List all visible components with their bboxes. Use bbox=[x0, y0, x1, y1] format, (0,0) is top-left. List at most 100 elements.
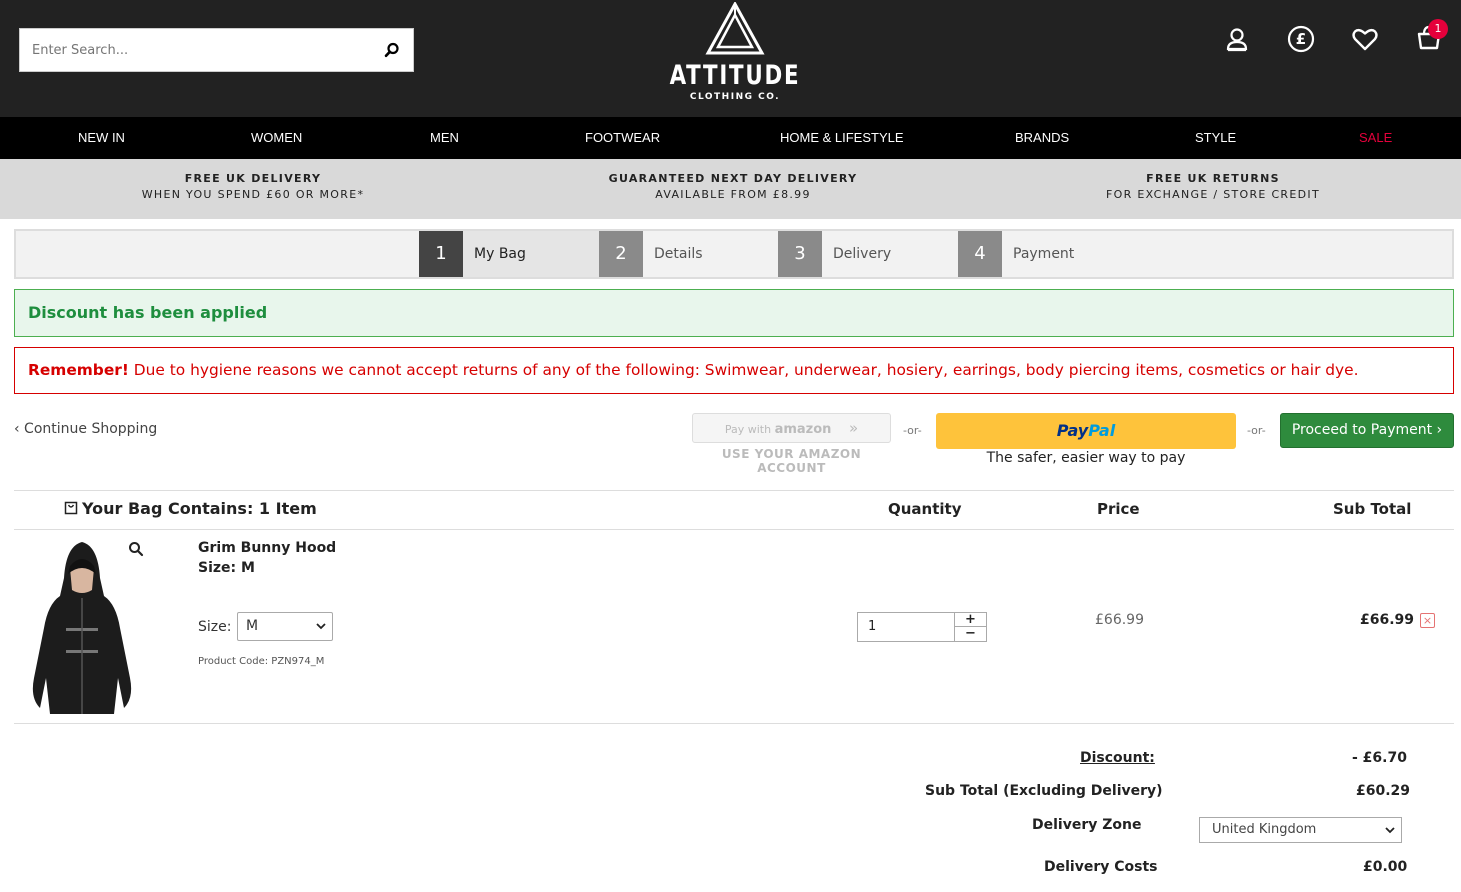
promo-subtitle: WHEN YOU SPEND £60 OR MORE* bbox=[141, 188, 365, 201]
paypal-subtitle: The safer, easier way to pay bbox=[986, 450, 1186, 466]
step-number: 4 bbox=[958, 231, 1002, 277]
nav-item-footwear[interactable]: FOOTWEAR bbox=[585, 117, 660, 159]
currency-icon[interactable]: £ bbox=[1285, 23, 1317, 55]
quantity-decrease-button[interactable]: − bbox=[955, 627, 986, 641]
amazon-brand: amazon bbox=[774, 422, 832, 437]
quantity-controls: + − bbox=[954, 613, 986, 641]
product-image[interactable] bbox=[26, 538, 138, 715]
amazon-pay-button[interactable]: Pay with amazon » bbox=[692, 413, 891, 443]
search-icon[interactable] bbox=[383, 41, 401, 59]
nav-item-style[interactable]: STYLE bbox=[1195, 117, 1236, 159]
col-subtotal: Sub Total bbox=[1333, 500, 1412, 518]
col-price: Price bbox=[1097, 500, 1140, 518]
heart-icon[interactable] bbox=[1349, 23, 1381, 55]
step-number: 3 bbox=[778, 231, 822, 277]
nav-item-brands[interactable]: BRANDS bbox=[1015, 117, 1069, 159]
returns-warning-text: Remember! Due to hygiene reasons we cann… bbox=[28, 348, 1359, 393]
remember-text: Due to hygiene reasons we cannot accept … bbox=[128, 361, 1359, 379]
step-label: Payment bbox=[1013, 246, 1075, 262]
logo-mark-icon bbox=[705, 2, 765, 55]
discount-message: Discount has been applied bbox=[28, 303, 268, 322]
product-size-summary: Size: M bbox=[198, 560, 255, 576]
delivery-zone-label: Delivery Zone bbox=[1032, 817, 1142, 833]
divider bbox=[14, 490, 1454, 491]
divider bbox=[14, 529, 1454, 530]
delivery-zone-value: United Kingdom bbox=[1212, 822, 1317, 837]
divider bbox=[14, 723, 1454, 724]
promo-title: GUARANTEED NEXT DAY DELIVERY bbox=[608, 172, 858, 185]
nav-item-sale[interactable]: SALE bbox=[1359, 117, 1392, 159]
chevrons-right-icon: » bbox=[848, 419, 859, 437]
step-number: 2 bbox=[599, 231, 643, 277]
account-icon[interactable] bbox=[1221, 24, 1253, 56]
subtotal-value: £60.29 bbox=[1356, 783, 1411, 799]
logo-subtitle: CLOTHING CO. bbox=[689, 92, 781, 102]
delivery-costs-value: £0.00 bbox=[1363, 859, 1408, 875]
paypal-button[interactable]: PayPal bbox=[936, 413, 1236, 449]
chevron-down-icon bbox=[316, 623, 326, 630]
col-quantity: Quantity bbox=[888, 500, 962, 518]
promo-free-delivery: FREE UK DELIVERY WHEN YOU SPEND £60 OR M… bbox=[93, 172, 413, 201]
or-separator: -or- bbox=[903, 424, 922, 437]
main-nav: NEW IN WOMEN MEN FOOTWEAR HOME & LIFESTY… bbox=[0, 117, 1461, 159]
nav-item-men[interactable]: MEN bbox=[430, 117, 459, 159]
promo-subtitle: FOR EXCHANGE / STORE CREDIT bbox=[1106, 188, 1320, 201]
promo-free-returns: FREE UK RETURNS FOR EXCHANGE / STORE CRE… bbox=[1053, 172, 1373, 201]
step-label: Delivery bbox=[833, 246, 892, 262]
amazon-pay-with: Pay with bbox=[724, 423, 772, 436]
discount-value: - £6.70 bbox=[1352, 750, 1407, 766]
quantity-increase-button[interactable]: + bbox=[955, 613, 986, 627]
checkout-steps: 1 My Bag 2 Details 3 Delivery 4 Payment bbox=[14, 229, 1454, 279]
discount-label: Discount: bbox=[1080, 750, 1155, 766]
promo-title: FREE UK DELIVERY bbox=[184, 172, 322, 185]
size-selected-value: M bbox=[246, 618, 259, 634]
quantity-stepper: 1 + − bbox=[857, 612, 987, 642]
step-label: Details bbox=[654, 246, 703, 262]
site-logo[interactable]: ATTITUDE CLOTHING CO. bbox=[660, 2, 810, 112]
proceed-to-payment-button[interactable]: Proceed to Payment › bbox=[1280, 413, 1454, 448]
product-code: Product Code: PZN974_M bbox=[198, 656, 325, 667]
paypal-pay: Pay bbox=[1056, 421, 1089, 440]
step-payment[interactable]: 4 Payment bbox=[958, 231, 1138, 277]
logo-name: ATTITUDE bbox=[669, 60, 801, 91]
zoom-icon[interactable] bbox=[128, 541, 144, 557]
paypal-pal: Pal bbox=[1088, 421, 1116, 440]
chevron-down-icon bbox=[1385, 827, 1395, 834]
bag-title-text: Your Bag Contains: 1 Item bbox=[82, 499, 317, 518]
step-delivery[interactable]: 3 Delivery bbox=[778, 231, 958, 277]
step-label: My Bag bbox=[474, 246, 526, 262]
size-label: Size: bbox=[198, 619, 232, 635]
search-input[interactable] bbox=[20, 29, 370, 71]
remember-label: Remember! bbox=[28, 361, 129, 379]
subtotal-label: Sub Total (Excluding Delivery) bbox=[925, 783, 1163, 799]
promo-next-day: GUARANTEED NEXT DAY DELIVERY AVAILABLE F… bbox=[573, 172, 893, 201]
product-name[interactable]: Grim Bunny Hood bbox=[198, 540, 336, 556]
bag-icon bbox=[64, 501, 78, 515]
item-subtotal: £66.99 bbox=[1360, 612, 1415, 628]
returns-warning: Remember! Due to hygiene reasons we cann… bbox=[14, 347, 1454, 394]
step-details[interactable]: 2 Details bbox=[599, 231, 779, 277]
delivery-costs-label: Delivery Costs bbox=[1044, 859, 1158, 875]
nav-item-women[interactable]: WOMEN bbox=[251, 117, 302, 159]
promo-title: FREE UK RETURNS bbox=[1146, 172, 1280, 185]
remove-item-button[interactable]: × bbox=[1420, 613, 1435, 628]
nav-item-home-lifestyle[interactable]: HOME & LIFESTYLE bbox=[780, 117, 904, 159]
item-price: £66.99 bbox=[1095, 612, 1144, 628]
currency-symbol: £ bbox=[1295, 30, 1307, 48]
promo-subtitle: AVAILABLE FROM £8.99 bbox=[655, 188, 811, 201]
promo-bar: FREE UK DELIVERY WHEN YOU SPEND £60 OR M… bbox=[0, 159, 1461, 219]
cart-count-badge: 1 bbox=[1428, 19, 1448, 39]
delivery-zone-select[interactable]: United Kingdom bbox=[1199, 817, 1402, 843]
discount-alert: Discount has been applied bbox=[14, 289, 1454, 337]
step-my-bag[interactable]: 1 My Bag bbox=[419, 231, 599, 277]
quantity-input[interactable]: 1 bbox=[868, 613, 876, 641]
nav-item-new-in[interactable]: NEW IN bbox=[78, 117, 125, 159]
amazon-subtitle: USE YOUR AMAZON ACCOUNT bbox=[721, 447, 862, 475]
continue-shopping-link[interactable]: ‹ Continue Shopping bbox=[14, 421, 157, 437]
or-separator: -or- bbox=[1247, 424, 1266, 437]
search-box bbox=[19, 28, 414, 72]
step-number: 1 bbox=[419, 231, 463, 277]
site-header: ATTITUDE CLOTHING CO. £ 1 bbox=[0, 0, 1461, 117]
size-select[interactable]: M bbox=[237, 612, 333, 641]
bag-title: Your Bag Contains: 1 Item bbox=[64, 499, 317, 518]
